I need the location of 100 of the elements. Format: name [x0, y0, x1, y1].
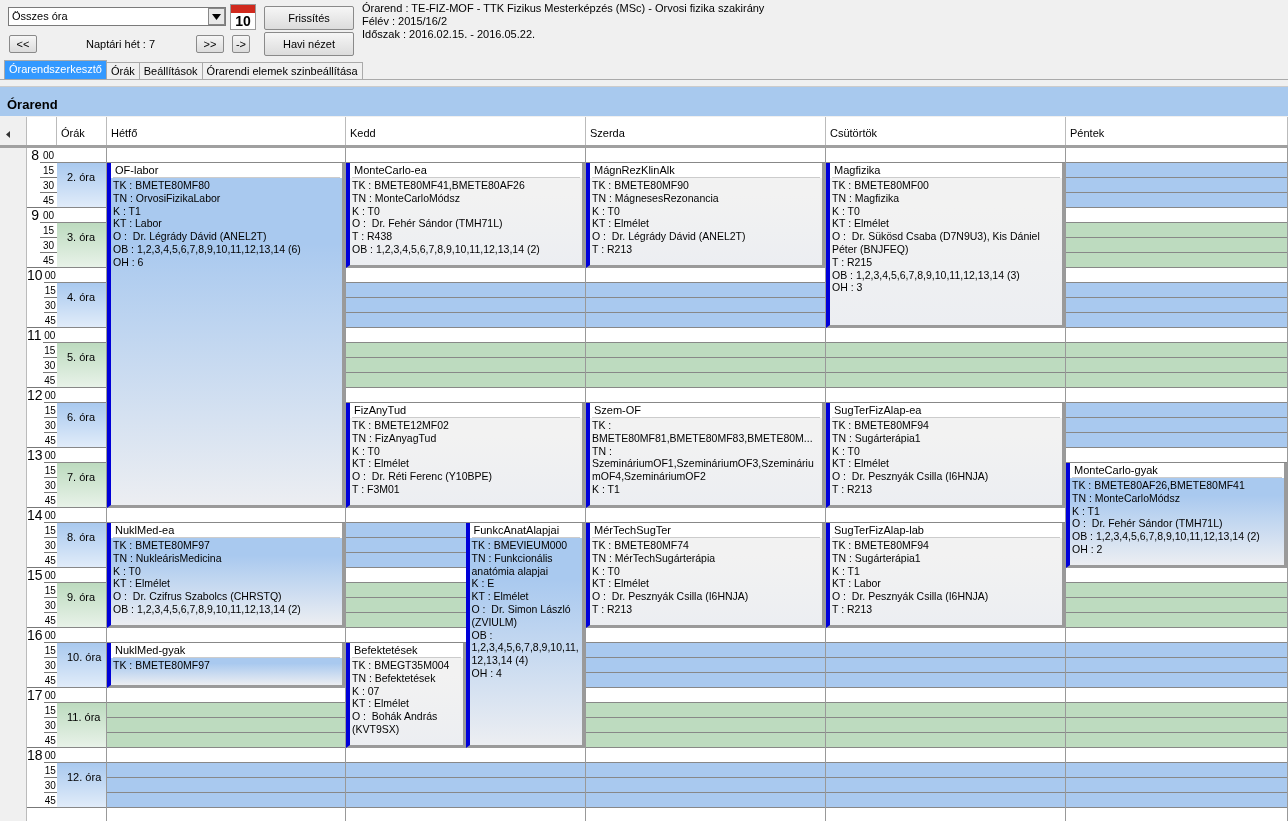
free-slot[interactable]	[1066, 598, 1287, 613]
free-slot[interactable]	[1066, 433, 1287, 448]
free-slot[interactable]	[826, 718, 1065, 733]
free-slot[interactable]	[826, 643, 1065, 658]
calendar-event[interactable]: FunkcAnatAlapjai TK : BMEVIEUM000 TN : Funkcionális anatómia alapjai K : E KT : Elmélet O : Dr. Simon László (ZVIULM) OB : 1,2,3,4,5,6,7,8,9,10,11,12,13,14 (4) OH : 4	[465, 523, 585, 748]
free-slot[interactable]	[1066, 643, 1287, 658]
free-slot[interactable]	[826, 763, 1065, 778]
free-slot[interactable]	[826, 373, 1065, 388]
free-slot[interactable]	[1066, 343, 1287, 358]
free-slot[interactable]	[346, 283, 585, 298]
free-slot[interactable]	[826, 778, 1065, 793]
free-slot[interactable]	[586, 358, 825, 373]
free-slot[interactable]	[826, 343, 1065, 358]
free-slot[interactable]	[1066, 778, 1287, 793]
free-slot[interactable]	[1066, 658, 1287, 673]
free-slot[interactable]	[826, 673, 1065, 688]
free-slot[interactable]	[107, 778, 345, 793]
free-slot[interactable]	[1066, 298, 1287, 313]
free-slot[interactable]	[1066, 358, 1287, 373]
free-slot[interactable]	[586, 643, 825, 658]
free-slot[interactable]	[346, 598, 466, 613]
tab[interactable]: Órarendi elemek szinbeállítása	[201, 62, 363, 79]
free-slot[interactable]	[1066, 253, 1287, 268]
calendar-event[interactable]: SugTerFizAlap-lab TK : BMETE80MF94 TN : Sugárterápia1 K : T1 KT : Labor O : Dr. Pesznyák Csilla (I6HNJA) T : R213	[826, 523, 1065, 628]
calendar-event[interactable]: MonteCarlo-gyak TK : BMETE80AF26,BMETE80MF41 TN : MonteCarloMódsz K : T1 O : Dr. Fehér Sándor (TMH71L) OB : 1,2,3,4,5,6,7,8,9,10,11,12,13,14 (2) OH : 2	[1066, 463, 1287, 568]
calendar-event[interactable]: SugTerFizAlap-ea TK : BMETE80MF94 TN : Sugárterápia1 K : T0 KT : Elmélet O : Dr. Pesznyák Csilla (I6HNJA) T : R213	[826, 403, 1065, 508]
free-slot[interactable]	[346, 553, 466, 568]
calendar-event[interactable]: NuklMed-ea TK : BMETE80MF97 TN : NukleárisMedicina K : T0 KT : Elmélet O : Dr. Czifrus Szabolcs (CHRSTQ) OB : 1,2,3,4,5,6,7,8,9,10,11,12,13,14 (2)	[107, 523, 345, 628]
free-slot[interactable]	[107, 718, 345, 733]
free-slot[interactable]	[586, 373, 825, 388]
minute-label: 45	[43, 374, 57, 388]
free-slot[interactable]	[1066, 703, 1287, 718]
free-slot[interactable]	[1066, 193, 1287, 208]
free-slot[interactable]	[586, 673, 825, 688]
free-slot[interactable]	[346, 778, 585, 793]
free-slot[interactable]	[586, 298, 825, 313]
free-slot[interactable]	[1066, 313, 1287, 328]
calendar-event[interactable]: NuklMed-gyak TK : BMETE80MF97	[107, 643, 345, 688]
free-slot[interactable]	[826, 658, 1065, 673]
free-slot[interactable]	[1066, 793, 1287, 808]
free-slot[interactable]	[1066, 403, 1287, 418]
free-slot[interactable]	[346, 613, 466, 628]
filter-dropdown[interactable]: Összes óra	[8, 7, 226, 26]
free-slot[interactable]	[107, 733, 345, 748]
free-slot[interactable]	[826, 703, 1065, 718]
free-slot[interactable]	[1066, 718, 1287, 733]
free-slot[interactable]	[1066, 583, 1287, 598]
free-slot[interactable]	[1066, 223, 1287, 238]
scroll-left-icon[interactable]	[6, 130, 10, 138]
calendar-button[interactable]: 10	[230, 4, 256, 30]
free-slot[interactable]	[346, 583, 466, 598]
free-slot[interactable]	[586, 703, 825, 718]
jump-button[interactable]: ->	[232, 35, 250, 53]
calendar-event[interactable]: FizAnyTud TK : BMETE12MF02 TN : FizAnyagTud K : T0 KT : Elmélet O : Dr. Réti Ferenc (Y10BPE) T : F3M01	[346, 403, 585, 508]
next-week-button[interactable]: >>	[196, 35, 224, 53]
free-slot[interactable]	[1066, 373, 1287, 388]
calendar-event[interactable]: MérTechSugTer TK : BMETE80MF74 TN : MérTechSugárterápia K : T0 KT : Elmélet O : Dr. Pesznyák Csilla (I6HNJA) T : R213	[586, 523, 825, 628]
free-slot[interactable]	[1066, 613, 1287, 628]
free-slot[interactable]	[346, 373, 585, 388]
free-slot[interactable]	[346, 523, 466, 538]
free-slot[interactable]	[346, 298, 585, 313]
free-slot[interactable]	[586, 763, 825, 778]
free-slot[interactable]	[107, 793, 345, 808]
month-view-button[interactable]: Havi nézet	[264, 32, 354, 56]
free-slot[interactable]	[346, 538, 466, 553]
dropdown-arrow-icon[interactable]	[212, 13, 221, 20]
free-slot[interactable]	[107, 763, 345, 778]
free-slot[interactable]	[346, 343, 585, 358]
refresh-button[interactable]: Frissítés	[264, 6, 354, 30]
calendar-event[interactable]: OF-labor TK : BMETE80MF80 TN : OrvosiFizikaLabor K : T1 KT : Labor O : Dr. Légrády Dávid (ANEL2T) OB : 1,2,3,4,5,6,7,8,9,10,11,12,13,14 (6) OH : 6	[107, 163, 345, 508]
free-slot[interactable]	[346, 793, 585, 808]
calendar-event[interactable]: Magfizika TK : BMETE80MF00 TN : Magfizika K : T0 KT : Elmélet O : Dr. Sükösd Csaba (D7N9U3), Kis Dániel Péter (BNJFEQ) T : R215 OB : 1,2,3,4,5,6,7,8,9,10,11,12,13,14 (3) OH : 3	[826, 163, 1065, 328]
free-slot[interactable]	[1066, 283, 1287, 298]
free-slot[interactable]	[586, 283, 825, 298]
free-slot[interactable]	[586, 658, 825, 673]
free-slot[interactable]	[346, 313, 585, 328]
free-slot[interactable]	[1066, 418, 1287, 433]
free-slot[interactable]	[586, 733, 825, 748]
free-slot[interactable]	[586, 778, 825, 793]
free-slot[interactable]	[586, 718, 825, 733]
previous-week-button[interactable]: <<	[9, 35, 37, 53]
free-slot[interactable]	[1066, 178, 1287, 193]
calendar-event[interactable]: MágnRezKlinAlk TK : BMETE80MF90 TN : MágnesesRezonancia K : T0 KT : Elmélet O : Dr. Légrády Dávid (ANEL2T) T : R213	[586, 163, 825, 268]
calendar-event[interactable]: Szem-OF TK : BMETE80MF81,BMETE80MF83,BMETE80M... TN : SzemináriumOF1,SzemináriumOF3,SzemináriumOF4,SzemináriumOF2 K : T1	[586, 403, 825, 508]
free-slot[interactable]	[1066, 163, 1287, 178]
calendar-event[interactable]: MonteCarlo-ea TK : BMETE80MF41,BMETE80AF26 TN : MonteCarloMódsz K : T0 O : Dr. Fehér Sándor (TMH71L) T : R438 OB : 1,2,3,4,5,6,7,8,9,10,11,12,13,14 (2)	[346, 163, 585, 268]
free-slot[interactable]	[826, 733, 1065, 748]
free-slot[interactable]	[586, 313, 825, 328]
free-slot[interactable]	[1066, 763, 1287, 778]
free-slot[interactable]	[826, 358, 1065, 373]
free-slot[interactable]	[346, 358, 585, 373]
free-slot[interactable]	[1066, 238, 1287, 253]
calendar-event[interactable]: Befektetések TK : BMEGT35M004 TN : Befektetések K : 07 KT : Elmélet O : Bohák András (KVT9SX)	[346, 643, 466, 748]
free-slot[interactable]	[107, 703, 345, 718]
free-slot[interactable]	[1066, 673, 1287, 688]
free-slot[interactable]	[586, 793, 825, 808]
free-slot[interactable]	[1066, 733, 1287, 748]
free-slot[interactable]	[586, 343, 825, 358]
free-slot[interactable]	[826, 793, 1065, 808]
free-slot[interactable]	[346, 763, 585, 778]
